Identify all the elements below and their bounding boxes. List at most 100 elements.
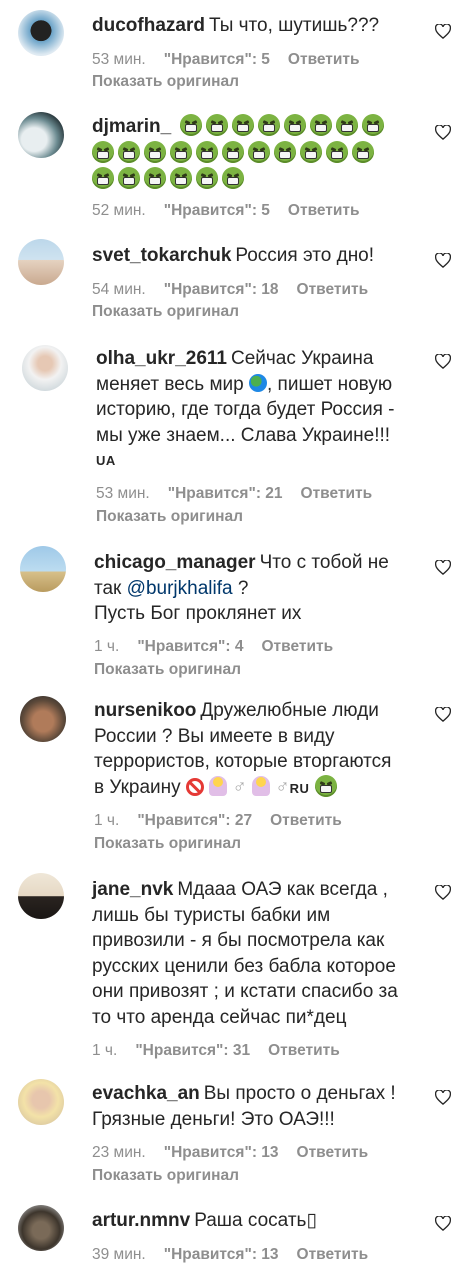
avatar[interactable]: [20, 696, 66, 742]
show-original-link[interactable]: Показать оригинал: [94, 661, 241, 679]
nauseated-face-icon: [314, 774, 337, 797]
comment-meta: 1 ч. "Нравится": 27 Ответить: [94, 812, 360, 830]
reply-button[interactable]: Ответить: [288, 51, 360, 68]
avatar[interactable]: [18, 112, 64, 158]
comment-meta: 53 мин. "Нравится": 5 Ответить: [92, 51, 378, 69]
heart-icon[interactable]: [435, 1216, 451, 1231]
likes-count[interactable]: "Нравится": 4: [137, 638, 243, 655]
comment-text: ducofhazard Ты что, шутишь???: [92, 13, 432, 39]
comment-time: 1 ч.: [94, 812, 120, 829]
globe-icon: [248, 373, 267, 392]
likes-count[interactable]: "Нравится": 27: [137, 812, 252, 829]
heart-icon[interactable]: [435, 253, 451, 268]
nauseated-face-icon: [258, 114, 281, 136]
nauseated-face-icon: [274, 141, 296, 163]
comment-body-line: Что с тобой не: [259, 552, 389, 573]
nauseated-face-icon: [248, 141, 270, 163]
likes-count[interactable]: "Нравится": 31: [135, 1042, 250, 1059]
comment-body-line: они привозят ; и кстати спасибо за: [92, 981, 398, 1002]
heart-icon[interactable]: [435, 24, 451, 39]
username-link[interactable]: svet_tokarchuk: [92, 245, 231, 266]
avatar[interactable]: [22, 345, 68, 391]
likes-count[interactable]: "Нравится": 13: [164, 1144, 279, 1161]
nauseated-face-icon: [352, 141, 374, 163]
show-original-link[interactable]: Показать оригинал: [96, 508, 243, 526]
reply-button[interactable]: Ответить: [270, 812, 342, 829]
username-link[interactable]: jane_nvk: [92, 879, 173, 900]
nauseated-face-icon: [196, 167, 218, 189]
reply-button[interactable]: Ответить: [301, 485, 373, 502]
username-link[interactable]: nursenikoo: [94, 700, 196, 721]
reply-button[interactable]: Ответить: [268, 1042, 340, 1059]
avatar[interactable]: [18, 10, 64, 56]
likes-count[interactable]: "Нравится": 21: [168, 485, 283, 502]
username-link[interactable]: olha_ukr_2611: [96, 348, 227, 369]
nauseated-face-icon: [336, 114, 359, 136]
avatar[interactable]: [18, 239, 64, 285]
nauseated-face-icon: [222, 167, 244, 189]
username-link[interactable]: artur.nmnv: [92, 1210, 190, 1231]
heart-icon[interactable]: [435, 885, 451, 900]
heart-icon[interactable]: [435, 1090, 451, 1105]
show-original-link[interactable]: Показать оригинал: [92, 73, 239, 91]
comment-time: 53 мин.: [96, 485, 150, 502]
show-original-link[interactable]: Показать оригинал: [92, 303, 239, 321]
heart-icon[interactable]: [435, 125, 451, 140]
show-original-link[interactable]: Показать оригинал: [94, 835, 241, 853]
avatar[interactable]: [18, 873, 64, 919]
reply-button[interactable]: Ответить: [297, 1144, 369, 1161]
nauseated-face-icon: [310, 114, 333, 136]
avatar[interactable]: [18, 1205, 64, 1251]
username-link[interactable]: djmarin_: [92, 116, 171, 137]
comment-meta: 1 ч. "Нравится": 31 Ответить: [92, 1042, 358, 1060]
mention-link[interactable]: @burjkhalifa: [127, 578, 233, 599]
emoji-sequence: [180, 114, 388, 137]
show-original-link[interactable]: Показать оригинал: [92, 1167, 239, 1185]
username-link[interactable]: ducofhazard: [92, 15, 205, 36]
comment-body-line: русских ценили без бабла которое: [92, 955, 396, 977]
comment-meta: 52 мин. "Нравится": 5 Ответить: [92, 202, 378, 220]
reply-button[interactable]: Ответить: [262, 638, 334, 655]
nauseated-face-icon: [222, 141, 244, 163]
nauseated-face-icon: [170, 167, 192, 189]
comment-body-line: Пусть Бог проклянет их: [94, 603, 302, 624]
emoji-row: [92, 141, 432, 167]
likes-count[interactable]: "Нравится": 13: [164, 1246, 279, 1263]
likes-count[interactable]: "Нравится": 5: [164, 202, 270, 219]
heart-icon[interactable]: [435, 354, 451, 369]
flag-ua: UA: [96, 453, 116, 468]
comment-body-line: привозили - я бы посмотрела как: [92, 930, 385, 951]
comment-meta: 1 ч. "Нравится": 4 Ответить: [94, 638, 351, 656]
username-link[interactable]: chicago_manager: [94, 552, 256, 573]
heart-icon[interactable]: [435, 560, 451, 575]
comment-text: evachka_an Вы просто о деньгах ! Грязные …: [92, 1081, 432, 1132]
likes-count[interactable]: "Нравится": 18: [164, 281, 279, 298]
comment-body-line: Мдааа ОАЭ как всегда ,: [177, 879, 388, 900]
username-link[interactable]: evachka_an: [92, 1083, 200, 1104]
nauseated-face-icon: [118, 167, 140, 189]
comment-meta: 39 мин. "Нравится": 13 Ответить: [92, 1246, 386, 1264]
comment-time: 1 ч.: [94, 638, 120, 655]
comment-body-line: Дружелюбные люди: [200, 700, 379, 721]
comment-text: djmarin_: [92, 114, 402, 140]
comment-time: 52 мин.: [92, 202, 146, 219]
avatar[interactable]: [20, 546, 66, 592]
comment-time: 53 мин.: [92, 51, 146, 68]
comment-body-line: то что аренда сейчас пи*дец: [92, 1006, 347, 1028]
nauseated-face-icon: [92, 141, 114, 163]
no-entry-icon: [185, 777, 204, 796]
reply-button[interactable]: Ответить: [288, 202, 360, 219]
comment-text: olha_ukr_2611 Сейчас Украина меняет весь …: [96, 346, 426, 474]
avatar[interactable]: [18, 1079, 64, 1125]
comment-body-line: мы уже знаем... Слава Украине!!!: [96, 424, 391, 446]
reply-button[interactable]: Ответить: [297, 1246, 369, 1263]
nauseated-face-icon: [206, 114, 229, 136]
comment-body-line: так: [94, 577, 127, 599]
comment-body-line: России ? Вы имеете в виду: [94, 725, 335, 747]
comment-text: chicago_manager Что с тобой не так @burjk…: [94, 550, 424, 627]
heart-icon[interactable]: [435, 707, 451, 722]
reply-button[interactable]: Ответить: [297, 281, 369, 298]
nauseated-face-icon: [326, 141, 348, 163]
nauseated-face-icon: [300, 141, 322, 163]
likes-count[interactable]: "Нравится": 5: [164, 51, 270, 68]
